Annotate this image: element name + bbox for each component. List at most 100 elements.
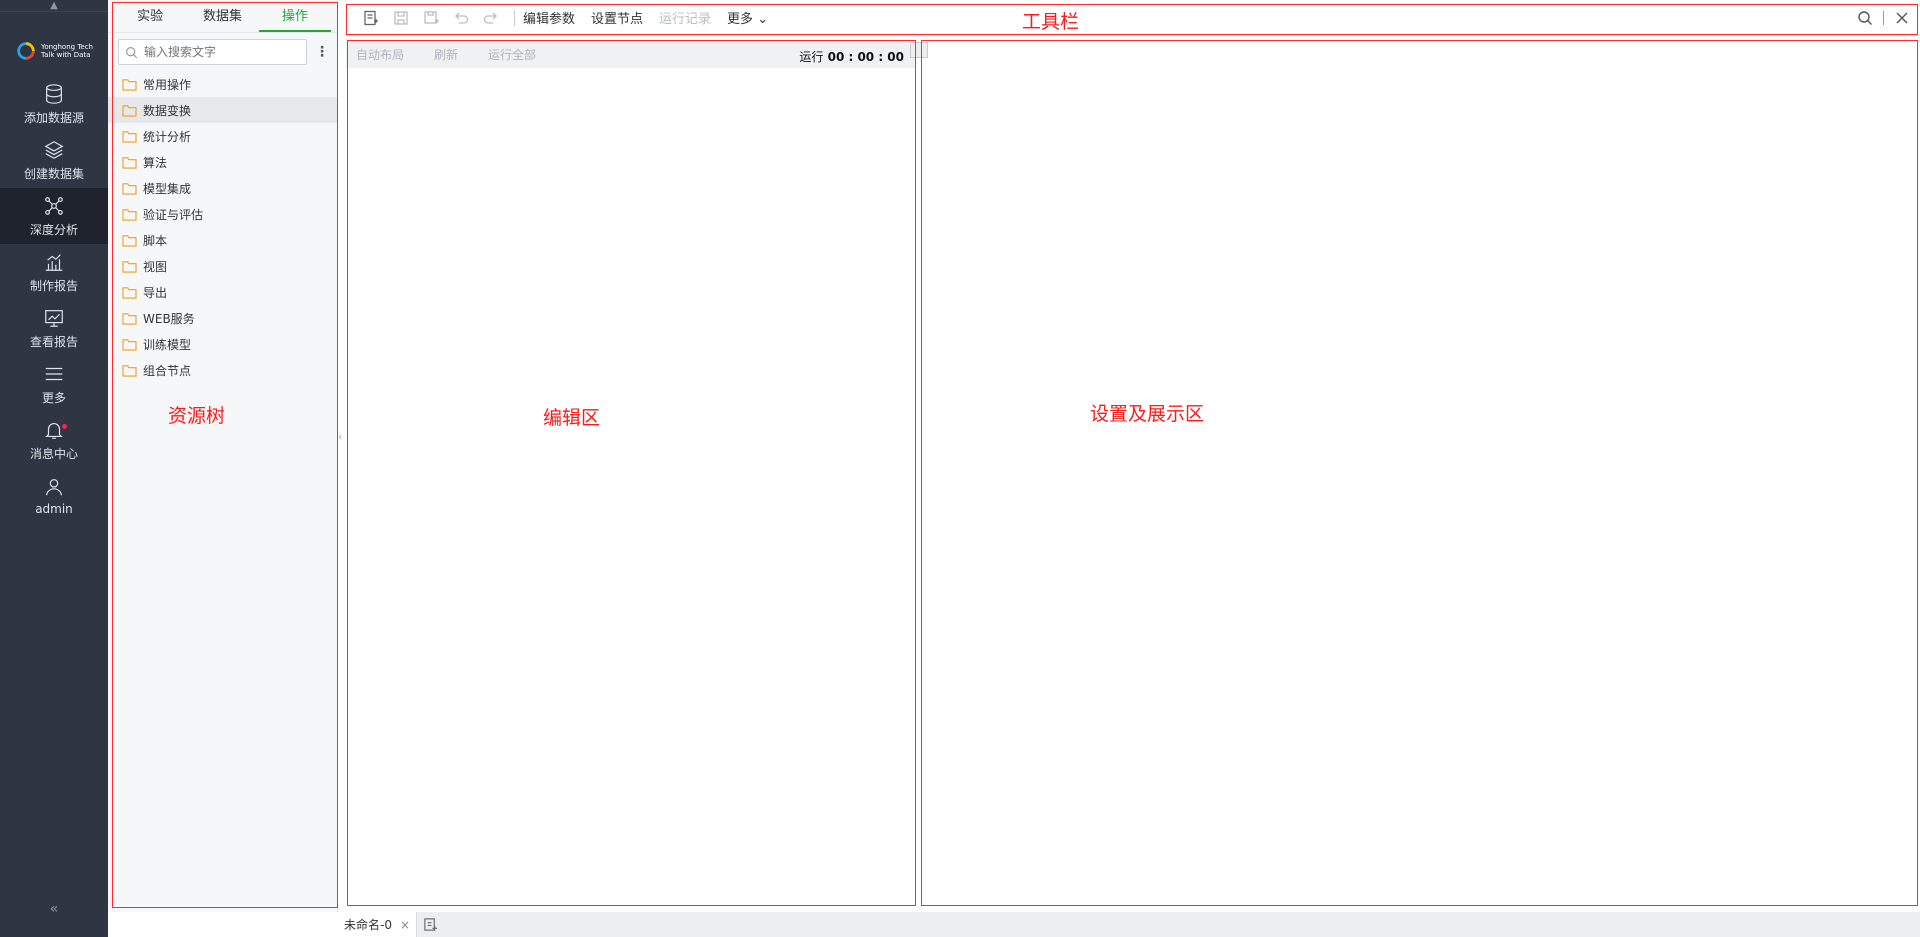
new-file-icon bbox=[364, 10, 378, 25]
tree-item-label: 算法 bbox=[143, 155, 168, 170]
edit-bar: 自动布局 刷新 运行全部 运行 00 : 00 : 00 bbox=[346, 40, 916, 68]
more-options-icon[interactable]: ⋮ bbox=[315, 44, 329, 60]
nav-item-deep-analysis[interactable]: 深度分析 bbox=[0, 188, 108, 244]
user-icon bbox=[46, 479, 62, 496]
bar-chart-icon bbox=[45, 253, 63, 271]
redo-icon bbox=[483, 12, 497, 24]
tree-item-label: 导出 bbox=[143, 285, 168, 300]
settings-area[interactable] bbox=[921, 40, 1918, 906]
annotation-settings-area: 设置及展示区 bbox=[1090, 403, 1205, 425]
new-document-icon bbox=[423, 918, 437, 931]
tree-item-label: 数据变换 bbox=[143, 103, 192, 118]
tree-item[interactable]: 算法 bbox=[108, 149, 337, 175]
set-node-button[interactable]: 设置节点 bbox=[591, 8, 643, 27]
auto-layout-button[interactable]: 自动布局 bbox=[356, 46, 404, 63]
tab-operation[interactable]: 操作 bbox=[258, 5, 331, 32]
nav-item-more[interactable]: 更多 bbox=[0, 356, 108, 412]
toolbar: 编辑参数 设置节点 运行记录 更多 ⌄ bbox=[346, 0, 1920, 36]
collapse-panel-icon[interactable]: ‹ bbox=[338, 430, 346, 450]
refresh-button[interactable]: 刷新 bbox=[434, 46, 458, 63]
nav-item-make-report[interactable]: 制作报告 bbox=[0, 244, 108, 300]
tree-item[interactable]: 视图 bbox=[108, 253, 337, 279]
tree-item[interactable]: WEB服务 bbox=[108, 305, 337, 331]
layers-icon bbox=[44, 140, 64, 159]
save-as-icon bbox=[424, 10, 439, 24]
tree-item-label: 统计分析 bbox=[143, 129, 192, 144]
close-tab-icon[interactable]: × bbox=[400, 918, 410, 932]
tree-item-label: 视图 bbox=[143, 259, 168, 274]
folder-icon bbox=[122, 338, 137, 351]
folder-icon bbox=[122, 208, 137, 221]
nav-item-label: 制作报告 bbox=[29, 278, 78, 293]
nav-item-label: 更多 bbox=[41, 390, 66, 405]
logo: Yonghong Tech Talk with Data bbox=[0, 26, 108, 76]
resource-panel: 实验 数据集 操作 ⋮ 常用操作数据变换统计分析算法模型集成验证与评估脚本视图导… bbox=[108, 0, 338, 912]
nav-item-view-report[interactable]: 查看报告 bbox=[0, 300, 108, 356]
toolbar-divider bbox=[514, 9, 515, 26]
tree-item[interactable]: 验证与评估 bbox=[108, 201, 337, 227]
folder-icon bbox=[122, 182, 137, 195]
edit-params-button[interactable]: 编辑参数 bbox=[523, 8, 575, 27]
tree-item-label: 训练模型 bbox=[143, 337, 192, 352]
save-button[interactable] bbox=[386, 3, 416, 33]
document-tab[interactable]: 未命名-0 × bbox=[338, 912, 418, 937]
folder-icon bbox=[122, 286, 137, 299]
nav-item-label: 深度分析 bbox=[29, 222, 78, 237]
nav-item-add-datasource[interactable]: 添加数据源 bbox=[0, 76, 108, 132]
tree-item[interactable]: 导出 bbox=[108, 279, 337, 305]
tab-experiment[interactable]: 实验 bbox=[114, 5, 186, 32]
annotation-toolbar: 工具栏 bbox=[1022, 11, 1080, 33]
nav-item-create-dataset[interactable]: 创建数据集 bbox=[0, 132, 108, 188]
folder-icon bbox=[122, 312, 137, 325]
nav-collapse-icon[interactable]: « bbox=[0, 901, 108, 917]
more-menu-label: 更多 bbox=[727, 12, 754, 27]
save-icon bbox=[394, 10, 408, 25]
logo-mark-icon bbox=[17, 42, 35, 60]
tree-item[interactable]: 模型集成 bbox=[108, 175, 337, 201]
run-all-button[interactable]: 运行全部 bbox=[488, 46, 536, 63]
undo-button[interactable] bbox=[446, 3, 476, 33]
tree-item[interactable]: 数据变换 bbox=[108, 97, 337, 123]
search-input[interactable] bbox=[144, 45, 300, 59]
close-icon[interactable] bbox=[1894, 10, 1910, 26]
nav-item-label: 消息中心 bbox=[29, 446, 78, 461]
chevron-down-icon: ⌄ bbox=[757, 12, 769, 27]
nav-item-message-center[interactable]: 消息中心 bbox=[0, 412, 108, 468]
menu-icon bbox=[45, 367, 63, 380]
split-handle[interactable] bbox=[910, 42, 928, 58]
search-icon[interactable] bbox=[1857, 10, 1873, 26]
tree-item[interactable]: 组合节点 bbox=[108, 357, 337, 383]
folder-icon bbox=[122, 156, 137, 169]
logo-name: Yonghong Tech bbox=[40, 43, 93, 51]
main-nav: ▲ Yonghong Tech Talk with Data 添加数据源 创建数… bbox=[0, 0, 108, 937]
nav-item-label: 查看报告 bbox=[29, 334, 78, 349]
resource-tree: 常用操作数据变换统计分析算法模型集成验证与评估脚本视图导出 WEB服务训练模型组合… bbox=[108, 71, 337, 383]
monitor-chart-icon bbox=[45, 309, 63, 327]
database-icon bbox=[46, 83, 62, 104]
tree-item[interactable]: 常用操作 bbox=[108, 71, 337, 97]
folder-icon bbox=[122, 260, 137, 273]
save-as-button[interactable] bbox=[416, 3, 446, 33]
run-label: 运行 bbox=[799, 50, 824, 64]
tree-item-label: 验证与评估 bbox=[143, 207, 204, 222]
tree-item[interactable]: 训练模型 bbox=[108, 331, 337, 357]
new-file-button[interactable] bbox=[356, 3, 386, 33]
tree-item-label: WEB服务 bbox=[143, 311, 195, 326]
search-box bbox=[118, 39, 307, 65]
tree-item[interactable]: 统计分析 bbox=[108, 123, 337, 149]
edit-area[interactable]: 自动布局 刷新 运行全部 运行 00 : 00 : 00 bbox=[346, 40, 916, 908]
more-menu-button[interactable]: 更多 ⌄ bbox=[727, 8, 768, 27]
logo-tagline: Talk with Data bbox=[40, 51, 91, 59]
redo-button[interactable] bbox=[476, 3, 506, 33]
folder-icon bbox=[122, 234, 137, 247]
folder-icon bbox=[122, 130, 137, 143]
nav-scroll-up-icon[interactable]: ▲ bbox=[0, 0, 108, 12]
notification-dot bbox=[62, 424, 67, 429]
resource-tabs: 实验 数据集 操作 bbox=[108, 0, 337, 33]
run-time-value: 00 : 00 : 00 bbox=[827, 50, 904, 64]
tree-item[interactable]: 脚本 bbox=[108, 227, 337, 253]
tab-dataset[interactable]: 数据集 bbox=[186, 5, 258, 32]
nav-item-user[interactable]: admin bbox=[0, 468, 108, 524]
add-tab-button[interactable] bbox=[417, 912, 443, 937]
run-log-button[interactable]: 运行记录 bbox=[659, 8, 711, 27]
